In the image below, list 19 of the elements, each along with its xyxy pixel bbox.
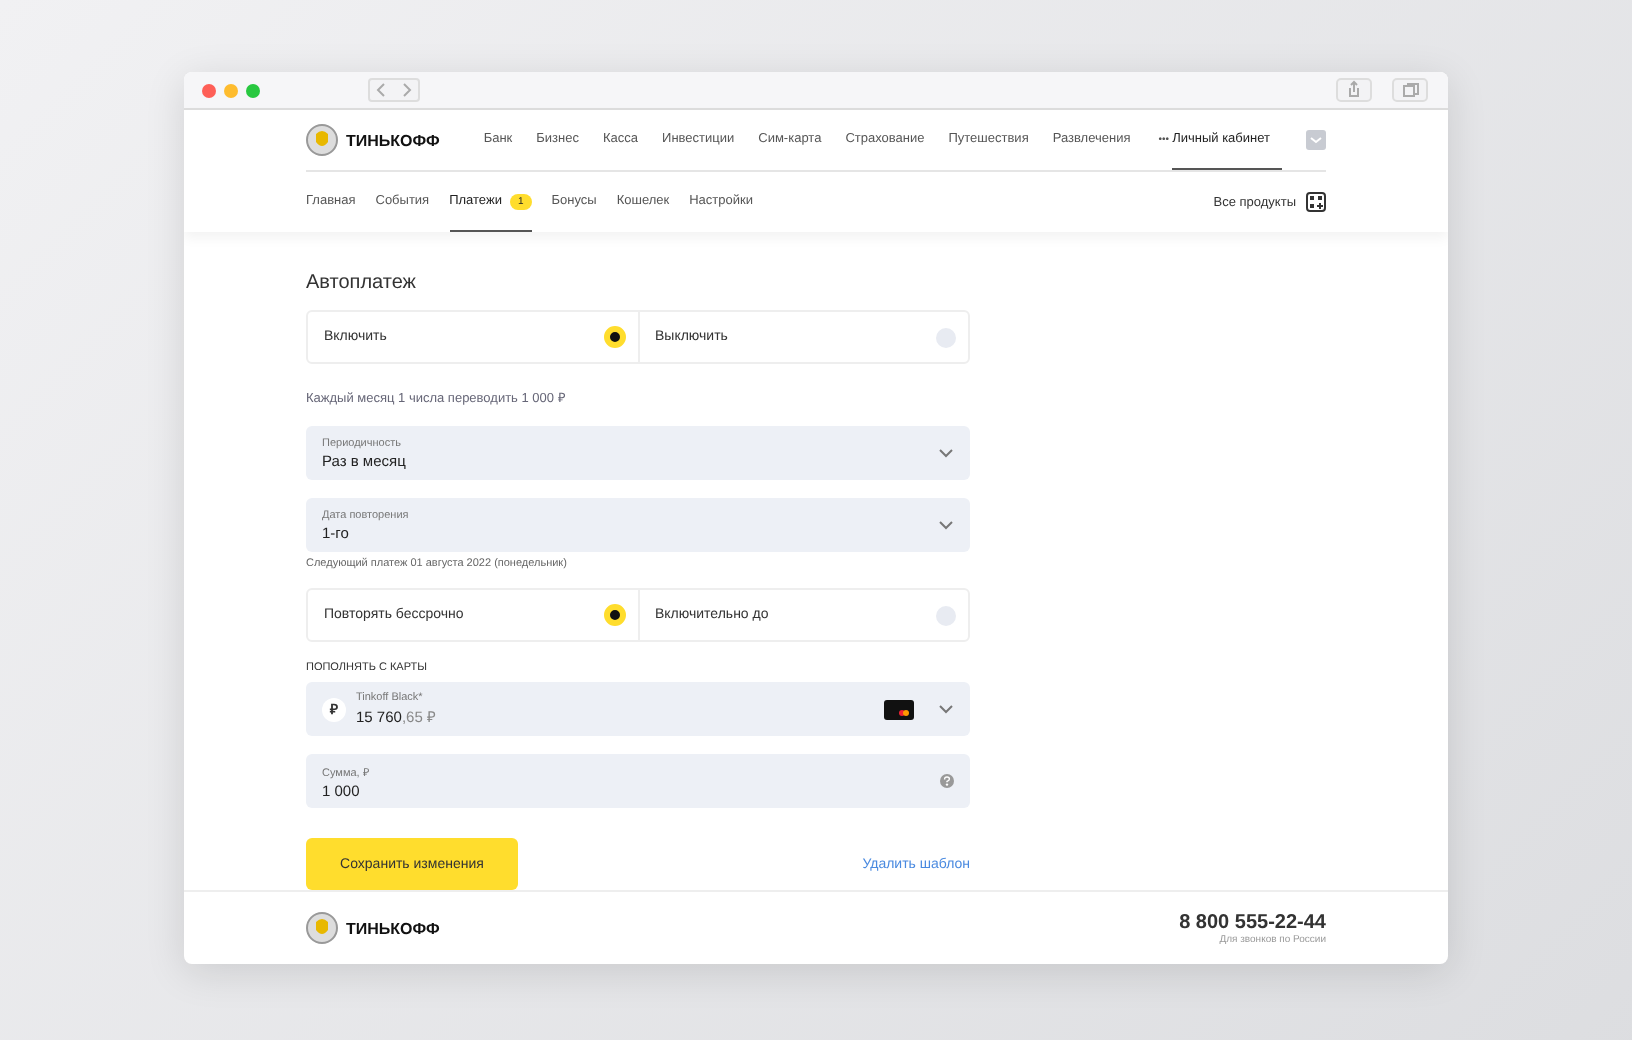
share-icon[interactable] (1336, 78, 1372, 102)
chevron-down-icon (938, 448, 954, 458)
chevron-down-icon (938, 520, 954, 530)
page-title: Автоплатеж (306, 272, 418, 294)
chevron-down-icon (938, 704, 954, 714)
phone-number: 8 800 555-22-44 (1179, 911, 1326, 933)
close-icon[interactable] (202, 83, 216, 97)
radio-button[interactable] (603, 326, 625, 348)
brand-name: ТИНЬКОФФ (346, 919, 440, 937)
tabs-icon[interactable] (1392, 78, 1428, 102)
bank-card-icon (884, 699, 914, 719)
zoom-icon[interactable] (246, 83, 260, 97)
coat-of-arms-icon (306, 124, 338, 156)
radio-button[interactable] (603, 604, 625, 626)
coat-of-arms-icon (306, 912, 338, 944)
minimize-icon[interactable] (224, 83, 238, 97)
grid-plus-icon[interactable] (1306, 192, 1326, 212)
brand-name[interactable]: ТИНЬКОФФ (346, 131, 440, 149)
help-icon[interactable] (940, 774, 954, 788)
